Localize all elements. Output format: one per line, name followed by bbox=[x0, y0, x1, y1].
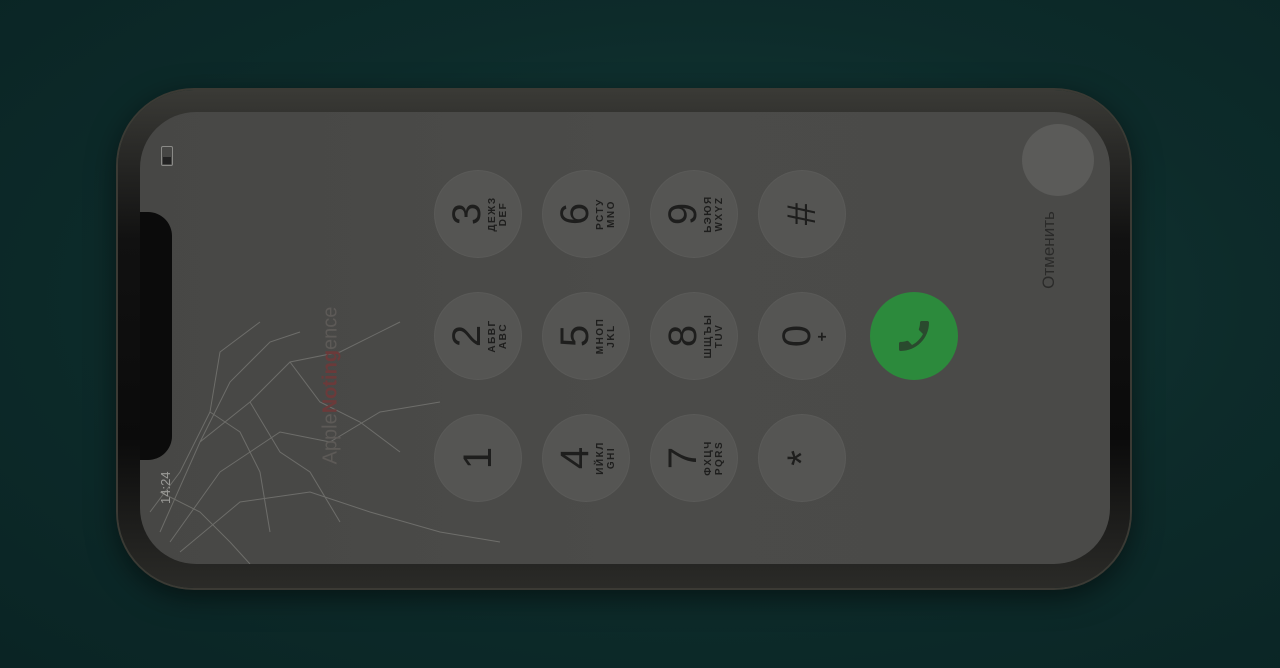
key-digit: # bbox=[780, 202, 824, 226]
dial-key-8[interactable]: 8 ШЩЪЫ TUV bbox=[650, 292, 738, 380]
cancel-button[interactable]: Отменить bbox=[1039, 211, 1059, 289]
key-digit: 0 bbox=[774, 324, 819, 348]
key-digit: 5 bbox=[553, 324, 597, 348]
key-letters-cyrillic: ИЙКЛ bbox=[595, 441, 606, 475]
display-notch bbox=[140, 212, 172, 460]
key-digit: 9 bbox=[661, 202, 705, 226]
key-letters-latin: DEF bbox=[498, 201, 509, 227]
watermark-part3: ence bbox=[319, 306, 342, 350]
dial-key-6[interactable]: 6 РСТУ MNO bbox=[542, 170, 630, 258]
status-time: 14:24 bbox=[158, 471, 173, 504]
key-letters-latin: PQRS bbox=[714, 440, 725, 476]
dial-key-hash[interactable]: # bbox=[758, 170, 846, 258]
phone-screen: 14:24 AppleNotingence 1 2 АБВГ ABC 3 ДЕЖЗ DE… bbox=[140, 112, 1110, 564]
key-letters-cyrillic: МНОП bbox=[595, 317, 606, 355]
watermark-part2: Noting bbox=[319, 349, 342, 414]
dial-key-4[interactable]: 4 ИЙКЛ GHI bbox=[542, 414, 630, 502]
dial-key-3[interactable]: 3 ДЕЖЗ DEF bbox=[434, 170, 522, 258]
key-letters-latin: JKL bbox=[606, 324, 617, 348]
dial-key-1[interactable]: 1 bbox=[434, 414, 522, 502]
key-letters-latin: MNO bbox=[606, 200, 617, 228]
key-letters-latin: WXYZ bbox=[714, 196, 725, 232]
key-digit: 7 bbox=[661, 446, 705, 470]
key-digit: * bbox=[780, 450, 824, 466]
watermark: AppleNotingence bbox=[319, 307, 342, 465]
dial-key-7[interactable]: 7 ФХЦЧ PQRS bbox=[650, 414, 738, 502]
key-letters-cyrillic: РСТУ bbox=[595, 198, 606, 230]
key-letters-cyrillic: ДЕЖЗ bbox=[487, 196, 498, 232]
key-digit: 2 bbox=[445, 324, 489, 348]
key-digit: 6 bbox=[553, 202, 597, 226]
key-digit: 8 bbox=[661, 324, 705, 348]
battery-icon bbox=[161, 146, 173, 166]
key-letters-cyrillic: ЬЭЮЯ bbox=[703, 195, 714, 233]
dial-key-5[interactable]: 5 МНОП JKL bbox=[542, 292, 630, 380]
key-letters-cyrillic: ФХЦЧ bbox=[703, 440, 714, 476]
key-letters-cyrillic: ШЩЪЫ bbox=[703, 313, 714, 359]
key-digit: 1 bbox=[456, 446, 500, 470]
key-letters-latin: GHI bbox=[606, 446, 617, 470]
dial-key-9[interactable]: 9 ЬЭЮЯ WXYZ bbox=[650, 170, 738, 258]
call-button[interactable] bbox=[870, 292, 958, 380]
dial-key-2[interactable]: 2 АБВГ ABC bbox=[434, 292, 522, 380]
key-letters-latin: TUV bbox=[714, 323, 725, 349]
key-letters-cyrillic: АБВГ bbox=[487, 319, 498, 353]
dial-key-0[interactable]: 0 + bbox=[758, 292, 846, 380]
phone-device: 14:24 AppleNotingence 1 2 АБВГ ABC 3 ДЕЖЗ DE… bbox=[118, 90, 1130, 588]
profile-circle bbox=[1022, 124, 1094, 196]
phone-handset-icon bbox=[899, 321, 929, 351]
key-letters-latin: ABC bbox=[498, 322, 509, 350]
dial-key-star[interactable]: * bbox=[758, 414, 846, 502]
watermark-part1: Apple bbox=[319, 413, 342, 465]
key-digit: 3 bbox=[445, 202, 489, 226]
key-plus: + bbox=[813, 330, 831, 342]
key-digit: 4 bbox=[553, 446, 597, 470]
